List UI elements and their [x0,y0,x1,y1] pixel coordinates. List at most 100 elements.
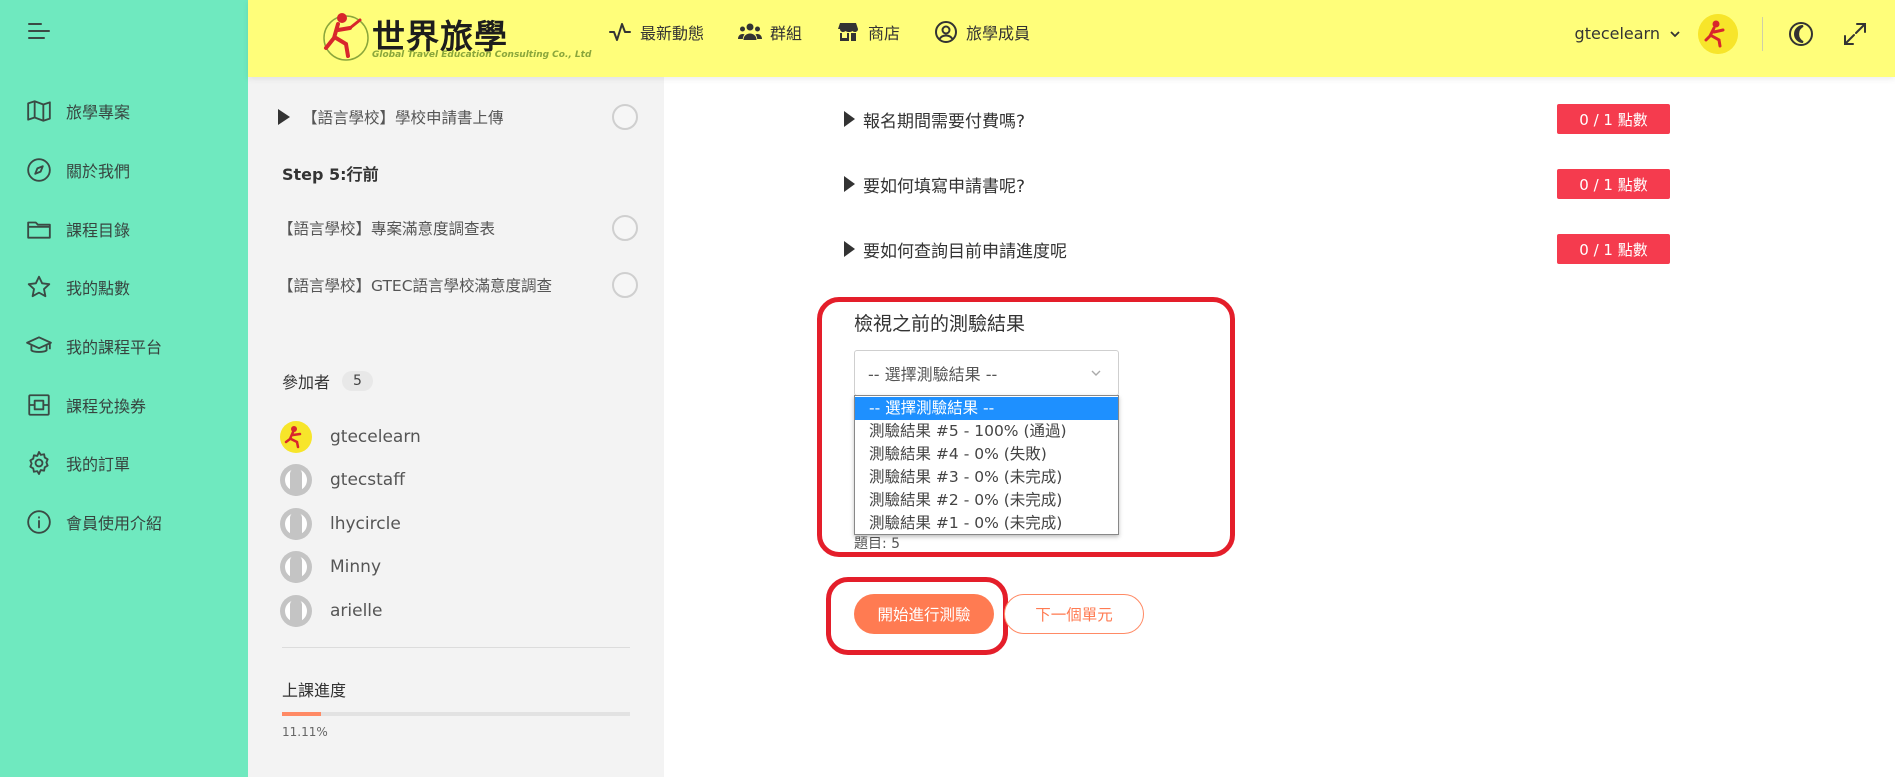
sidebar-item-label: 我的點數 [66,279,131,299]
question-text: 要如何查詢目前申請進度呢 [863,241,1067,262]
quiz-question-row[interactable]: 要如何查詢目前申請進度呢 0 / 1 點數 [844,232,1670,266]
sidebar-item-member-guide[interactable]: 會員使用介紹 [0,493,248,552]
divider [1762,16,1763,51]
sidebar-item-label: 課程目錄 [66,220,131,240]
chevron-down-icon[interactable] [1668,27,1682,41]
nav-label: 商店 [868,24,901,43]
nav-label: 最新動態 [640,24,705,43]
participant-name: gtecelearn [330,426,421,447]
moon-icon[interactable] [1787,20,1815,48]
start-quiz-button[interactable]: 開始進行測驗 [854,594,994,634]
next-unit-button[interactable]: 下一個單元 [1004,594,1144,634]
select-option[interactable]: 測驗結果 #4 - 0% (失敗) [855,443,1118,466]
avatar-placeholder-icon [280,464,312,497]
sidebar-item-my-orders[interactable]: 我的訂單 [0,434,248,493]
sidebar-item-label: 旅學專案 [66,103,131,123]
sidebar-item-course-catalog[interactable]: 課程目錄 [0,199,248,258]
score-badge: 0 / 1 點數 [1557,169,1670,199]
score-badge: 0 / 1 點數 [1557,104,1670,134]
sidebar-nav: 旅學專案 關於我們 課程目錄 我的點數 我的課程平台 課程兌換券 我的訂單 會員… [0,82,248,552]
sidebar-item-label: 會員使用介紹 [66,514,163,534]
step-title: Step 5:行前 [282,165,379,184]
completion-circle-icon [612,272,638,298]
sidebar-item-label: 關於我們 [66,162,131,182]
sidebar: 旅學專案 關於我們 課程目錄 我的點數 我的課程平台 課程兌換券 我的訂單 會員… [0,0,248,777]
quiz-main: 報名期間需要付費嗎? 0 / 1 點數 要如何填寫申請書呢? 0 / 1 點數 … [664,77,1895,777]
question-text: 要如何填寫申請書呢? [863,176,1026,197]
expand-arrow-icon[interactable] [844,176,855,192]
sidebar-item-my-course-platform[interactable]: 我的課程平台 [0,317,248,376]
map-icon [27,100,51,123]
progress-bar [282,712,630,716]
select-option[interactable]: 測驗結果 #2 - 0% (未完成) [855,489,1118,512]
avatar-placeholder-icon [280,594,312,627]
activity-icon [609,23,631,41]
quiz-question-row[interactable]: 報名期間需要付費嗎? 0 / 1 點數 [844,102,1670,136]
username[interactable]: gtecelearn [1575,24,1660,43]
completion-circle-icon [612,215,638,241]
nav-members[interactable]: 旅學成員 [934,18,1030,46]
avatar [280,420,312,453]
avatar-placeholder-icon [280,507,312,540]
voucher-icon [28,394,50,416]
logo-subtext: Global Travel Education Consulting Co., … [372,50,592,60]
avatar[interactable] [1698,13,1738,54]
sidebar-item-travel-projects[interactable]: 旅學專案 [0,82,248,141]
hamburger-icon[interactable] [28,22,50,40]
expand-arrow-icon[interactable] [844,111,855,127]
select-option[interactable]: -- 選擇測驗結果 -- [855,397,1118,420]
logo-mark-icon [323,13,369,61]
quiz-result-select[interactable]: -- 選擇測驗結果 -- [854,350,1119,396]
participants-list: gtecelearn gtecstaff lhycircle Minny ari… [280,415,421,633]
expand-arrow-icon[interactable] [278,109,290,125]
participants-title: 參加者 [282,373,331,392]
previous-results-title: 檢視之前的測驗結果 [854,313,1026,335]
brand-logo[interactable]: 世界旅學 Global Travel Education Consulting … [320,8,592,68]
folder-icon [27,221,51,239]
course-panel: 【語言學校】學校申請書上傳 Step 5:行前 【語言學校】專案滿意度調查表 【… [248,77,664,777]
lesson-item[interactable]: 【語言學校】學校申請書上傳 [278,104,638,130]
list-item[interactable]: gtecelearn [280,415,421,459]
lesson-item[interactable]: 【語言學校】專案滿意度調查表 [278,215,638,241]
sidebar-item-my-points[interactable]: 我的點數 [0,258,248,317]
sidebar-item-about-us[interactable]: 關於我們 [0,141,248,200]
user-area: gtecelearn [1575,0,1895,67]
top-bar: 世界旅學 Global Travel Education Consulting … [248,0,1895,77]
gear-icon [29,451,49,476]
compass-icon [27,158,51,182]
expand-arrow-icon[interactable] [844,241,855,257]
lesson-title: 【語言學校】學校申請書上傳 [302,109,504,127]
lesson-item[interactable]: 【語言學校】GTEC語言學校滿意度調查 [278,272,638,298]
avatar-placeholder-icon [280,551,312,584]
completion-circle-icon [612,104,638,130]
sidebar-item-label: 課程兌換券 [66,396,147,416]
progress-title: 上課進度 [282,681,347,700]
list-item[interactable]: lhycircle [280,502,421,546]
nav-groups[interactable]: 群組 [738,18,802,46]
participants-count-badge: 5 [342,371,373,391]
quiz-question-row[interactable]: 要如何填寫申請書呢? 0 / 1 點數 [844,167,1670,201]
select-option[interactable]: 測驗結果 #5 - 100% (通過) [855,420,1118,443]
select-option[interactable]: 測驗結果 #3 - 0% (未完成) [855,466,1118,489]
list-item[interactable]: arielle [280,589,421,633]
nav-latest-activity[interactable]: 最新動態 [608,18,704,46]
users-icon [738,23,763,40]
select-value: -- 選擇測驗結果 -- [868,365,998,384]
lesson-title: 【語言學校】GTEC語言學校滿意度調查 [278,277,553,295]
quiz-meta: 題目: 5 [854,536,901,552]
sidebar-item-label: 我的訂單 [66,455,131,475]
list-item[interactable]: gtecstaff [280,459,421,503]
gtec-logo-icon [1698,13,1738,54]
star-icon [27,276,51,298]
lesson-title: 【語言學校】專案滿意度調查表 [278,220,496,238]
score-badge: 0 / 1 點數 [1557,234,1670,264]
participant-name: arielle [330,600,383,621]
nav-store[interactable]: 商店 [836,18,900,46]
divider [282,647,630,648]
top-nav: 最新動態 群組 商店 旅學成員 [608,18,1064,46]
sidebar-item-course-voucher[interactable]: 課程兌換券 [0,375,248,434]
select-option[interactable]: 測驗結果 #1 - 0% (未完成) [855,512,1118,535]
list-item[interactable]: Minny [280,546,421,590]
expand-icon[interactable] [1841,20,1869,48]
participant-name: lhycircle [330,513,401,534]
